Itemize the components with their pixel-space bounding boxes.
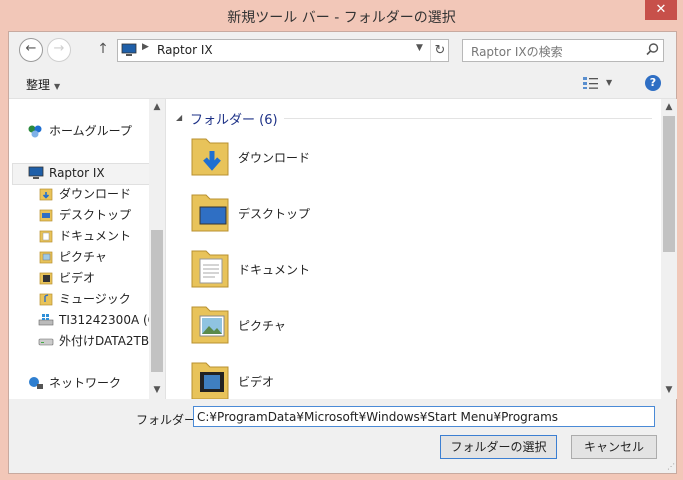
sidebar-item-label: デスクトップ [59, 208, 132, 222]
search-icon[interactable] [646, 43, 659, 56]
window-title: 新規ツール バー - フォルダーの選択 [227, 10, 456, 26]
sidebar-item-label: ビデオ [59, 271, 96, 285]
address-bar[interactable]: ▶ Raptor IX ▼ ↻ [117, 39, 449, 62]
network-icon [29, 377, 43, 389]
scrollbar[interactable]: ▲ ▼ [149, 99, 165, 399]
folder-label: ドキュメント [238, 263, 311, 277]
folder-path-input[interactable]: C:¥ProgramData¥Microsoft¥Windows¥Start M… [193, 406, 655, 427]
chevron-right-icon[interactable]: ▶ [142, 42, 149, 52]
download-folder-icon [191, 138, 229, 176]
up-button[interactable]: ↑ [95, 38, 111, 60]
sidebar-item-label: ダウンロード [59, 187, 132, 201]
close-button[interactable]: ✕ [645, 0, 677, 20]
windows-drive-icon [38, 314, 54, 326]
collapse-icon[interactable]: ◢ [176, 113, 182, 122]
sidebar-item-label: 外付けDATA2TB [59, 334, 150, 348]
computer-icon [121, 43, 137, 56]
help-icon[interactable]: ? [645, 75, 661, 91]
content-pane[interactable]: ◢ フォルダー (6) ダウンロード デスクトップ ドキュメント ピクチャ ビデ… [165, 99, 677, 399]
chevron-down-icon[interactable]: ▼ [606, 78, 612, 87]
scroll-up-icon[interactable]: ▲ [661, 102, 677, 112]
scrollbar-thumb[interactable] [663, 116, 675, 252]
sidebar-item-label: Raptor IX [49, 166, 105, 180]
folder-item-desktop[interactable]: デスクトップ [188, 189, 488, 239]
resize-grip-icon[interactable]: ⋰ [667, 462, 675, 471]
sidebar-item-label: ピクチャ [59, 250, 107, 264]
group-divider [284, 118, 652, 119]
scroll-up-icon[interactable]: ▲ [149, 102, 165, 112]
navigation-pane[interactable]: ホームグループ Raptor IX ダウンロード デスクトップ ドキュメント ピ… [9, 99, 165, 399]
folder-item-documents[interactable]: ドキュメント [188, 245, 488, 295]
documents-folder-icon [39, 230, 53, 243]
toolbar: 整理 ▼ ▼ ? [9, 68, 676, 99]
folder-label: ピクチャ [238, 319, 286, 333]
address-text[interactable]: Raptor IX [157, 43, 213, 57]
folder-label: ビデオ [238, 375, 275, 389]
download-folder-icon [39, 188, 53, 201]
folder-item-downloads[interactable]: ダウンロード [188, 133, 488, 183]
drive-icon [38, 338, 54, 346]
folder-item-pictures[interactable]: ピクチャ [188, 301, 488, 351]
back-button[interactable]: ← [19, 38, 43, 62]
search-placeholder: Raptor IXの検索 [471, 45, 563, 59]
pictures-folder-icon [191, 306, 229, 344]
scroll-down-icon[interactable]: ▼ [661, 385, 677, 395]
folder-label: ダウンロード [238, 151, 311, 165]
group-header[interactable]: フォルダー (6) [190, 109, 278, 128]
organize-button[interactable]: 整理 ▼ [26, 76, 60, 93]
folder-item-videos[interactable]: ビデオ [188, 357, 488, 399]
videos-folder-icon [191, 362, 229, 399]
sidebar-item-label: TI31242300A (C [59, 313, 157, 327]
videos-folder-icon [39, 272, 53, 285]
dialog-body: ← → ↑ ▶ Raptor IX ▼ ↻ Raptor IXの検索 整理 ▼ ▼… [8, 31, 677, 474]
scrollbar[interactable]: ▲ ▼ [661, 99, 677, 399]
sidebar-item-label: ホームグループ [49, 124, 132, 138]
folder-label: デスクトップ [238, 207, 311, 221]
pictures-folder-icon [39, 251, 53, 264]
select-folder-button[interactable]: フォルダーの選択 [440, 435, 557, 459]
sidebar-item-label: ドキュメント [59, 229, 132, 243]
sidebar-item-label: ミュージック [59, 292, 131, 306]
organize-label: 整理 [26, 78, 51, 92]
music-folder-icon [39, 293, 53, 306]
computer-icon [28, 166, 44, 179]
documents-folder-icon [191, 250, 229, 288]
homegroup-icon [28, 125, 42, 138]
cancel-button[interactable]: キャンセル [571, 435, 657, 459]
chevron-down-icon[interactable]: ▼ [416, 43, 423, 53]
scrollbar-thumb[interactable] [151, 230, 163, 372]
folder-field-label: フォルダー: [136, 413, 201, 427]
sidebar-item-label: ネットワーク [49, 376, 122, 390]
view-options-icon[interactable] [582, 76, 600, 90]
desktop-folder-icon [39, 209, 53, 222]
refresh-icon[interactable]: ↻ [430, 40, 449, 61]
chevron-down-icon: ▼ [54, 82, 61, 91]
scroll-down-icon[interactable]: ▼ [149, 385, 165, 395]
desktop-folder-icon [191, 194, 229, 232]
search-input[interactable]: Raptor IXの検索 [462, 39, 664, 62]
forward-button[interactable]: → [47, 38, 71, 62]
title-bar: 新規ツール バー - フォルダーの選択 ✕ [0, 0, 683, 31]
